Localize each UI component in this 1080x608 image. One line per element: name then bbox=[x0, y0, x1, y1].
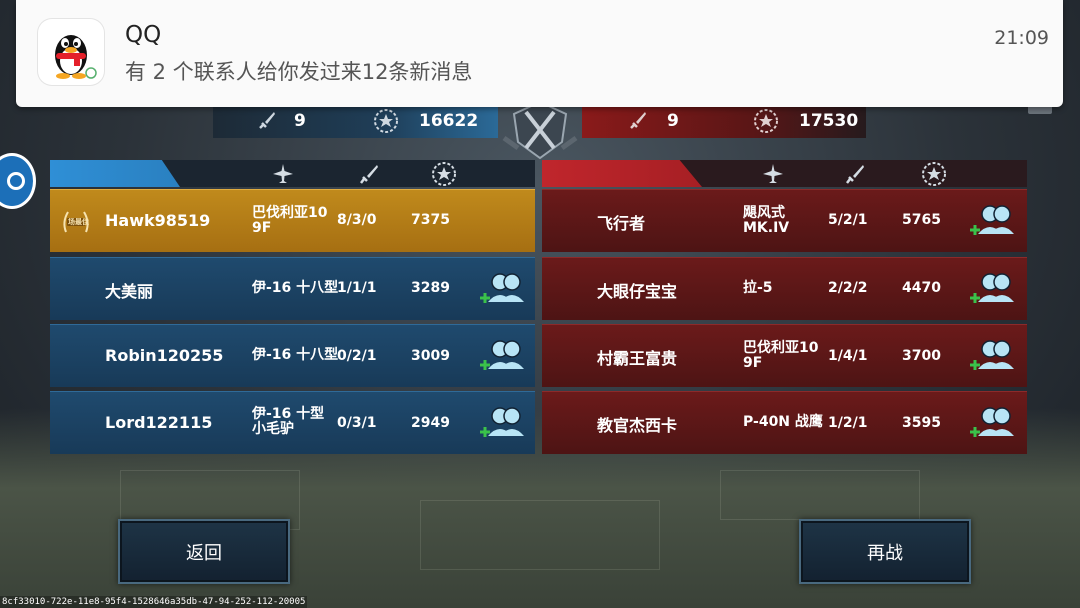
crossed-swords-emblem-icon bbox=[496, 98, 584, 164]
add-friend-icon[interactable] bbox=[478, 404, 530, 444]
player-name: Robin120255 bbox=[105, 346, 224, 365]
blue-score: 16622 bbox=[373, 108, 478, 134]
sword-icon bbox=[846, 165, 864, 184]
add-friend-icon[interactable] bbox=[968, 202, 1020, 242]
player-kda: 5/2/1 bbox=[828, 212, 868, 228]
player-plane: 巴伐利亚10 9F bbox=[743, 340, 819, 371]
red-kills: 9 bbox=[629, 111, 679, 131]
player-score: 5765 bbox=[902, 212, 941, 228]
red-score-value: 17530 bbox=[799, 110, 859, 131]
sword-icon bbox=[630, 111, 646, 129]
player-score: 2949 bbox=[411, 415, 450, 431]
player-name: 大眼仔宝宝 bbox=[597, 282, 678, 301]
player-score: 7375 bbox=[411, 212, 450, 228]
player-plane: 伊-16 十八型 bbox=[252, 347, 339, 363]
blue-player-row[interactable]: Lord122115 伊-16 十型 小毛驴 0/3/1 2949 bbox=[50, 391, 535, 454]
player-score: 3700 bbox=[902, 348, 941, 364]
add-friend-icon[interactable] bbox=[478, 270, 530, 310]
player-name: Hawk98519 bbox=[105, 211, 211, 230]
red-player-row[interactable]: 村霸王富贵 巴伐利亚10 9F 1/4/1 3700 bbox=[542, 324, 1027, 387]
blue-kills: 9 bbox=[258, 111, 306, 131]
background-field bbox=[420, 500, 660, 570]
player-kda: 2/2/2 bbox=[828, 280, 868, 296]
add-friend-icon[interactable] bbox=[968, 270, 1020, 310]
player-kda: 8/3/0 bbox=[337, 212, 377, 228]
red-player-row[interactable]: 教官杰西卡 P-40N 战鹰 1/2/1 3595 bbox=[542, 391, 1027, 454]
notification-time: 21:09 bbox=[994, 27, 1049, 49]
player-name: Lord122115 bbox=[105, 413, 213, 432]
blue-score-value: 16622 bbox=[419, 110, 479, 131]
plane-icon bbox=[763, 164, 783, 183]
notification-message: 有 2 个联系人给你发过来12条新消息 bbox=[125, 60, 473, 84]
player-kda: 0/2/1 bbox=[337, 348, 377, 364]
player-name: 教官杰西卡 bbox=[597, 416, 678, 435]
player-plane: 飓风式 MK.IV bbox=[743, 205, 790, 236]
player-score: 3289 bbox=[411, 280, 450, 296]
blue-team-score-strip: 9 16622 bbox=[213, 103, 498, 138]
blue-player-row[interactable]: 场最佳 Hawk98519 巴伐利亚10 9F 8/3/0 7375 bbox=[50, 189, 535, 252]
background-field bbox=[720, 470, 920, 520]
mvp-laurel-icon: 场最佳 bbox=[60, 208, 92, 236]
player-name: 村霸王富贵 bbox=[597, 349, 678, 368]
player-score: 3009 bbox=[411, 348, 450, 364]
add-friend-icon[interactable] bbox=[968, 337, 1020, 377]
notification-app-name: QQ bbox=[125, 22, 162, 48]
player-kda: 1/4/1 bbox=[828, 348, 868, 364]
player-kda: 1/2/1 bbox=[828, 415, 868, 431]
qq-notification[interactable]: QQ 有 2 个联系人给你发过来12条新消息 21:09 bbox=[16, 0, 1063, 107]
back-button-label: 返回 bbox=[186, 542, 222, 564]
rematch-button-label: 再战 bbox=[867, 542, 903, 564]
blue-kills-value: 9 bbox=[294, 110, 306, 131]
player-score: 3595 bbox=[902, 415, 941, 431]
player-name: 飞行者 bbox=[597, 214, 646, 233]
red-team-score-strip: 9 17530 bbox=[582, 103, 866, 138]
player-plane: P-40N 战鹰 bbox=[743, 414, 823, 430]
player-kda: 0/3/1 bbox=[337, 415, 377, 431]
player-plane: 伊-16 十八型 bbox=[252, 280, 339, 296]
star-medal-icon bbox=[374, 108, 398, 133]
add-friend-icon[interactable] bbox=[478, 337, 530, 377]
red-player-row[interactable]: 大眼仔宝宝 拉-5 2/2/2 4470 bbox=[542, 257, 1027, 320]
sword-icon bbox=[259, 111, 275, 129]
player-plane: 伊-16 十型 小毛驴 bbox=[252, 406, 325, 437]
blue-player-row[interactable]: Robin120255 伊-16 十八型 0/2/1 3009 bbox=[50, 324, 535, 387]
side-menu-button[interactable] bbox=[0, 153, 36, 209]
red-score: 17530 bbox=[753, 108, 858, 134]
add-friend-icon[interactable] bbox=[968, 404, 1020, 444]
player-score: 4470 bbox=[902, 280, 941, 296]
red-player-row[interactable]: 飞行者 飓风式 MK.IV 5/2/1 5765 bbox=[542, 189, 1027, 252]
sword-icon bbox=[360, 165, 378, 184]
session-id-text: 8cf33010-722e-11e8-95f4-1528646a35db-47-… bbox=[0, 596, 308, 608]
back-button[interactable]: 返回 bbox=[118, 519, 290, 584]
star-medal-icon bbox=[922, 162, 946, 186]
blue-player-row[interactable]: 大美丽 伊-16 十八型 1/1/1 3289 bbox=[50, 257, 535, 320]
star-medal-icon bbox=[432, 162, 456, 186]
rematch-button[interactable]: 再战 bbox=[799, 519, 971, 584]
mvp-badge-label: 场最佳 bbox=[68, 218, 89, 226]
qq-penguin-icon bbox=[38, 19, 104, 85]
player-name: 大美丽 bbox=[105, 282, 154, 301]
player-plane: 拉-5 bbox=[743, 280, 773, 296]
blue-team-header bbox=[50, 160, 535, 187]
red-kills-value: 9 bbox=[667, 110, 679, 131]
plane-icon bbox=[273, 164, 293, 183]
player-plane: 巴伐利亚10 9F bbox=[252, 205, 328, 236]
player-kda: 1/1/1 bbox=[337, 280, 377, 296]
star-medal-icon bbox=[754, 108, 778, 133]
red-team-header bbox=[542, 160, 1027, 187]
